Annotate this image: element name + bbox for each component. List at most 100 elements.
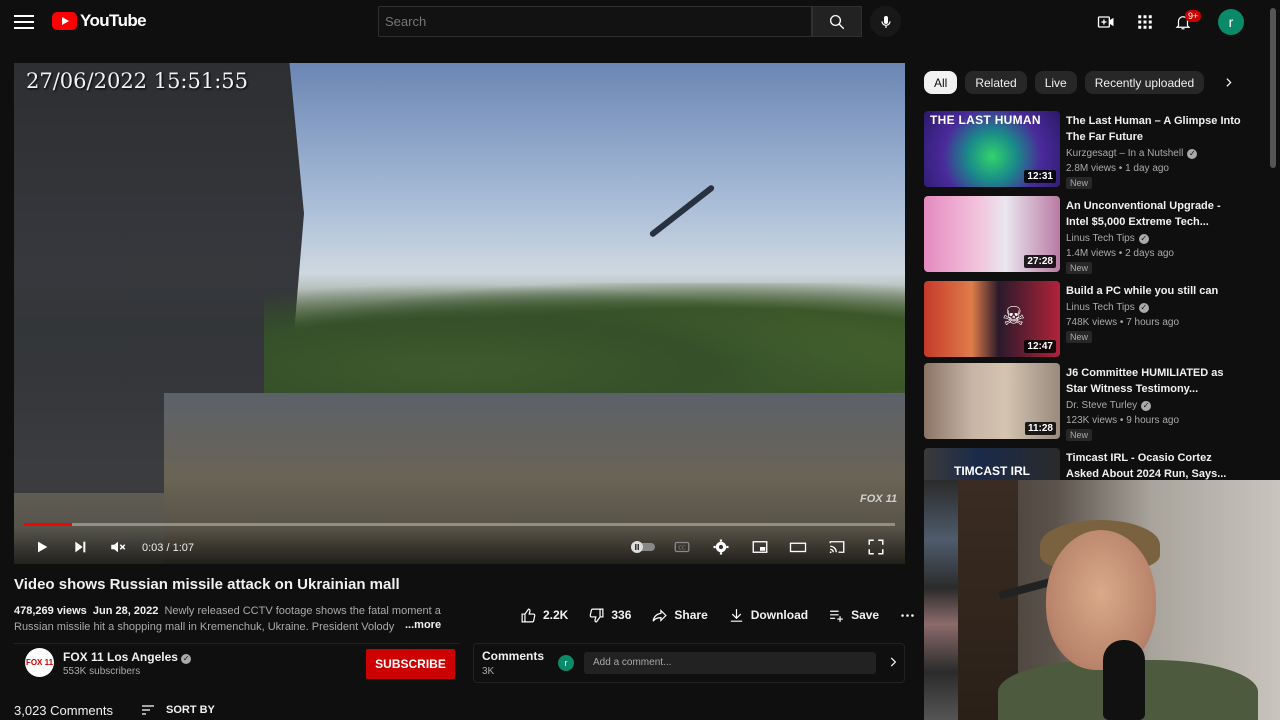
search-button[interactable]: [812, 6, 862, 37]
share-icon: [652, 608, 668, 622]
thumbnail-text: TIMCAST IRL: [954, 464, 1030, 478]
comments-teaser[interactable]: Comments 3K r Add a comment...: [473, 643, 905, 683]
cast-button[interactable]: [825, 535, 849, 559]
sort-by-label: SORT BY: [166, 704, 215, 716]
recommended-video[interactable]: 11:28 J6 Committee HUMILIATED as Star Wi…: [924, 363, 1254, 441]
dislike-button[interactable]: 336: [588, 607, 631, 624]
video-thumbnail[interactable]: THE LAST HUMAN 12:31: [924, 111, 1060, 187]
thumbnail-text: THE LAST HUMAN: [930, 113, 1041, 127]
video-thumbnail[interactable]: 27:28: [924, 196, 1060, 272]
comments-count: 3,023 Comments: [14, 703, 113, 718]
verified-icon: ✓: [1187, 148, 1198, 159]
chip-recently-uploaded[interactable]: Recently uploaded: [1084, 71, 1205, 94]
recommended-channel-name: Dr. Steve Turley: [1066, 400, 1138, 411]
verified-icon: ✓: [1141, 400, 1152, 411]
play-button[interactable]: [30, 535, 54, 559]
search-box: [378, 6, 812, 37]
captions-button[interactable]: CC: [670, 535, 694, 559]
recommended-title: The Last Human – A Glimpse Into The Far …: [1066, 115, 1241, 143]
video-thumbnail[interactable]: TIMCAST IRL: [924, 448, 1060, 480]
miniplayer-button[interactable]: [748, 535, 772, 559]
account-avatar[interactable]: r: [1218, 9, 1244, 35]
recommended-meta: 1.4M views • 2 days ago: [1066, 248, 1174, 259]
page-scrollbar[interactable]: [1270, 8, 1276, 168]
video-title: Video shows Russian missile attack on Uk…: [14, 576, 400, 593]
upload-date: Jun 28, 2022: [92, 605, 159, 617]
recommended-meta: 2.8M views • 1 day ago: [1066, 163, 1169, 174]
share-button[interactable]: Share: [651, 607, 708, 624]
recommended-title: Timcast IRL - Ocasio Cortez Asked About …: [1066, 452, 1227, 480]
verified-icon: ✓: [1138, 233, 1149, 244]
gear-icon: [713, 539, 729, 555]
video-thumbnail[interactable]: 11:28: [924, 363, 1060, 439]
channel-watermark: FOX 11: [860, 493, 898, 505]
miniplayer-icon: [752, 541, 768, 553]
chip-live[interactable]: Live: [1034, 71, 1077, 94]
recommended-title: Build a PC while you still can: [1066, 285, 1219, 297]
show-more-link[interactable]: ...more: [403, 619, 442, 631]
create-video-icon: [1097, 16, 1114, 28]
sort-by-button[interactable]: SORT BY: [140, 703, 215, 717]
fullscreen-button[interactable]: [864, 535, 888, 559]
channel-name[interactable]: FOX 11 Los Angeles ✓: [63, 650, 192, 664]
cctv-timestamp: 27/06/2022 15:51:55: [26, 69, 249, 93]
mute-button[interactable]: [106, 535, 130, 559]
more-actions-button[interactable]: [899, 607, 916, 624]
autoplay-toggle[interactable]: [628, 535, 658, 559]
chip-related[interactable]: Related: [965, 71, 1027, 94]
settings-button[interactable]: [709, 535, 733, 559]
voice-search-button[interactable]: [870, 6, 901, 37]
recommended-channel-name: Linus Tech Tips: [1066, 302, 1135, 313]
download-label: Download: [750, 608, 809, 622]
volume-muted-icon: [111, 541, 126, 553]
next-button[interactable]: [68, 535, 92, 559]
youtube-logo[interactable]: YouTube: [52, 11, 147, 31]
channel-row: FOX 11 FOX 11 Los Angeles ✓ 553K subscri…: [14, 643, 460, 683]
download-button[interactable]: Download: [728, 607, 808, 624]
new-badge: New: [1066, 331, 1093, 343]
more-horizontal-icon: [901, 613, 914, 617]
thumbs-up-icon: [521, 608, 536, 622]
menu-icon[interactable]: [14, 12, 34, 32]
subscriber-count: 553K subscribers: [63, 666, 141, 677]
chevron-right-icon: [1226, 78, 1232, 87]
like-count: 2.2K: [543, 608, 569, 622]
recommended-video[interactable]: ☠ 12:47 Build a PC while you still can L…: [924, 281, 1254, 359]
apps-grid-icon: [1138, 15, 1152, 29]
skull-icon: ☠: [1002, 301, 1026, 331]
recommended-video[interactable]: THE LAST HUMAN 12:31 The Last Human – A …: [924, 111, 1254, 189]
add-comment-input[interactable]: Add a comment...: [584, 652, 876, 674]
progress-bar[interactable]: [24, 523, 895, 526]
webcam-microphone: [1103, 640, 1145, 720]
play-icon: [38, 541, 48, 553]
channel-avatar[interactable]: FOX 11: [25, 648, 54, 677]
subscribe-button[interactable]: SUBSCRIBE: [366, 649, 455, 679]
recommended-video[interactable]: 27:28 An Unconventional Upgrade - Intel …: [924, 196, 1254, 274]
top-header: YouTube 9+ r: [0, 0, 1280, 44]
chip-all[interactable]: All: [924, 71, 958, 94]
filter-chips: All Related Live Recently uploaded: [924, 71, 1205, 94]
search-input[interactable]: [379, 7, 811, 36]
like-button[interactable]: 2.2K: [520, 607, 568, 624]
video-player[interactable]: 27/06/2022 15:51:55 FOX 11 0:03 / 1:07 C…: [14, 63, 905, 564]
video-duration: 27:28: [1024, 255, 1056, 268]
save-button[interactable]: Save: [828, 607, 879, 624]
channel-name-text: FOX 11 Los Angeles: [63, 650, 178, 664]
recommended-video[interactable]: TIMCAST IRL Timcast IRL - Ocasio Cortez …: [924, 448, 1254, 480]
recommended-thumbnails-obscured[interactable]: [924, 480, 958, 720]
theater-mode-button[interactable]: [786, 535, 810, 559]
new-badge: New: [1066, 429, 1093, 441]
video-description[interactable]: 478,269 views Jun 28, 2022 Newly release…: [14, 603, 454, 635]
microphone-icon: [880, 15, 891, 28]
apps-button[interactable]: [1134, 11, 1156, 33]
recommended-channel: Dr. Steve Turley ✓: [1066, 400, 1152, 411]
webcam-overlay: [958, 480, 1280, 720]
create-button[interactable]: [1095, 11, 1117, 33]
thumbs-down-icon: [590, 608, 604, 622]
comment-avatar: r: [558, 655, 574, 671]
video-duration: 12:31: [1024, 170, 1056, 183]
share-label: Share: [674, 608, 708, 622]
video-thumbnail[interactable]: ☠ 12:47: [924, 281, 1060, 357]
chips-next-button[interactable]: [1222, 76, 1235, 94]
comments-expand-button[interactable]: [886, 655, 900, 674]
